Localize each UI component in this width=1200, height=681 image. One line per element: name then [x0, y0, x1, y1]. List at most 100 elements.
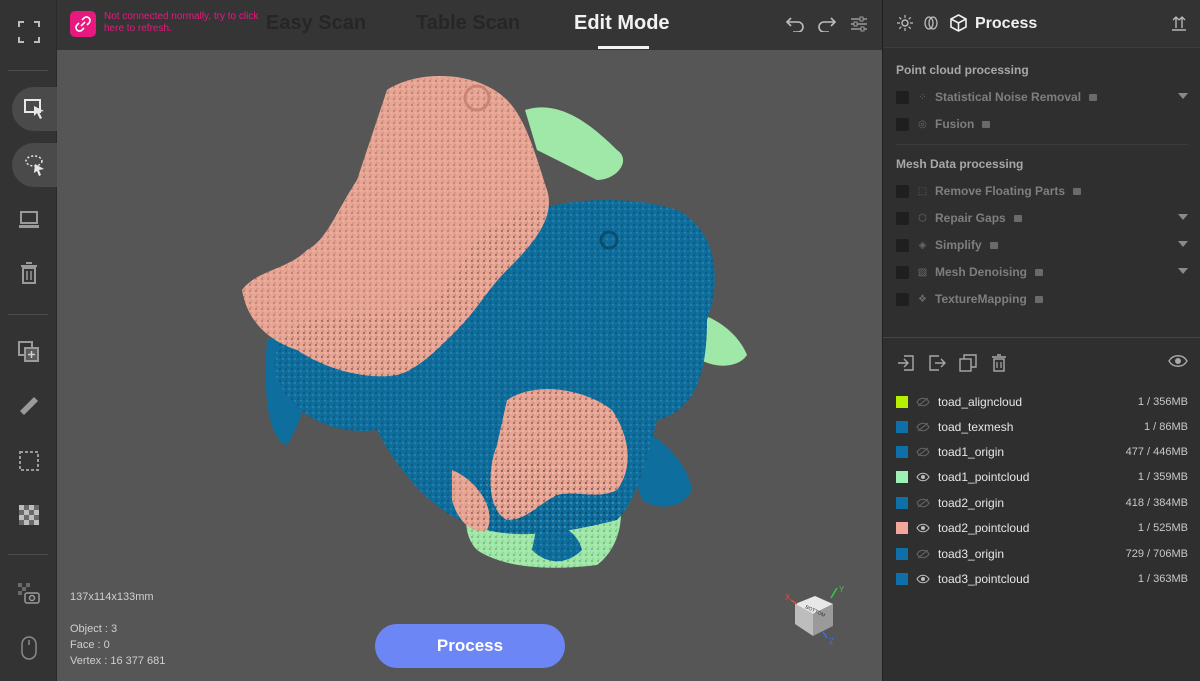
eye-icon[interactable]	[1168, 354, 1188, 372]
checkbox[interactable]	[896, 117, 909, 131]
tab-edit-mode[interactable]: Edit Mode	[574, 12, 670, 35]
redo-icon[interactable]	[817, 14, 837, 34]
chevron-down-icon[interactable]	[1178, 93, 1188, 99]
eye-hidden-icon[interactable]	[916, 498, 930, 508]
proc-texture-mapping[interactable]: ❖ TextureMapping	[896, 290, 1188, 308]
floating-icon: ⬚	[917, 185, 928, 197]
eye-hidden-icon[interactable]	[916, 397, 930, 407]
object-row-toad2-pointcloud[interactable]: toad2_pointcloud 1 / 525MB	[896, 518, 1188, 538]
proc-label: Fusion	[935, 117, 975, 131]
comment-icon[interactable]	[1073, 187, 1082, 195]
3d-viewport[interactable]: 137x114x133mm Object : 3 Face : 0 Vertex…	[57, 50, 882, 681]
proc-label: Mesh Denoising	[935, 265, 1028, 279]
import-icon[interactable]	[897, 354, 915, 372]
fullscreen-icon[interactable]	[11, 14, 47, 50]
ruler-icon[interactable]	[11, 388, 47, 424]
point-cloud-model	[242, 76, 747, 568]
object-row-toad1-origin[interactable]: toad1_origin 477 / 446MB	[896, 442, 1188, 462]
object-size: 1 / 525MB	[1137, 522, 1188, 534]
lasso-select-button[interactable]	[12, 143, 58, 187]
proc-statistical-noise-removal[interactable]: ⁘ Statistical Noise Removal	[896, 88, 1188, 106]
section-divider	[896, 144, 1188, 145]
comment-icon[interactable]	[989, 241, 998, 249]
axis-y-label: Y	[839, 585, 845, 594]
object-name: toad2_origin	[938, 496, 1005, 510]
object-row-toad2-origin[interactable]: toad2_origin 418 / 384MB	[896, 493, 1188, 513]
comment-icon[interactable]	[1034, 295, 1043, 303]
noise-icon: ⁘	[918, 91, 927, 103]
color-swatch	[896, 497, 908, 509]
mouse-icon[interactable]	[11, 630, 47, 666]
left-toolbar	[0, 0, 58, 681]
eye-visible-icon[interactable]	[916, 574, 930, 584]
chevron-down-icon[interactable]	[1178, 241, 1188, 247]
undo-icon[interactable]	[785, 14, 805, 34]
delete-icon[interactable]	[11, 255, 47, 291]
eye-visible-icon[interactable]	[916, 472, 930, 482]
duplicate-icon[interactable]	[959, 354, 977, 372]
vertex-count: Vertex : 16 377 681	[70, 655, 166, 667]
comment-icon[interactable]	[1089, 93, 1098, 101]
checkbox[interactable]	[896, 211, 909, 225]
comment-icon[interactable]	[1013, 214, 1022, 222]
object-row-toad3-origin[interactable]: toad3_origin 729 / 706MB	[896, 544, 1188, 564]
eye-visible-icon[interactable]	[916, 523, 930, 533]
object-row-toad3-pointcloud[interactable]: toad3_pointcloud 1 / 363MB	[896, 569, 1188, 589]
comment-icon[interactable]	[1035, 268, 1044, 276]
texture-camera-icon[interactable]	[11, 576, 47, 612]
object-name: toad3_pointcloud	[938, 572, 1030, 586]
top-bar: Not connected normally, try to click her…	[57, 0, 882, 50]
export-icon[interactable]	[928, 354, 946, 372]
eye-hidden-icon[interactable]	[916, 447, 930, 457]
panel-divider	[883, 337, 1200, 338]
merge-icon[interactable]	[11, 334, 47, 370]
face-count: Face : 0	[70, 639, 110, 651]
object-name: toad_aligncloud	[938, 395, 1023, 409]
broken-link-icon	[70, 11, 96, 37]
proc-fusion[interactable]: ◎ Fusion	[896, 115, 1188, 133]
comment-icon[interactable]	[982, 120, 991, 128]
settings-sliders-icon[interactable]	[849, 14, 869, 34]
repair-icon: ⬡	[918, 212, 927, 224]
connection-warning-text: Not connected normally, try to click her…	[104, 11, 259, 34]
proc-simplify[interactable]: ◈ Simplify	[896, 236, 1188, 254]
checkbox[interactable]	[896, 238, 909, 252]
panel-title: Process	[975, 15, 1038, 32]
chevron-down-icon[interactable]	[1178, 214, 1188, 220]
object-name: toad2_pointcloud	[938, 521, 1030, 535]
active-tab-indicator	[598, 46, 649, 49]
proc-repair-gaps[interactable]: ⬡ Repair Gaps	[896, 209, 1188, 227]
tab-easy-scan[interactable]: Easy Scan	[266, 12, 366, 35]
checkbox[interactable]	[896, 265, 909, 279]
object-size: 1 / 363MB	[1137, 573, 1188, 585]
object-row-toad1-pointcloud[interactable]: toad1_pointcloud 1 / 359MB	[896, 467, 1188, 487]
select-object-button[interactable]	[12, 87, 58, 131]
proc-mesh-denoising[interactable]: ▧ Mesh Denoising	[896, 263, 1188, 281]
checker-icon[interactable]	[11, 497, 47, 533]
connection-warning[interactable]: Not connected normally, try to click her…	[70, 11, 264, 37]
trash-icon[interactable]	[991, 354, 1009, 372]
tab-table-scan[interactable]: Table Scan	[416, 12, 520, 35]
checkbox[interactable]	[896, 184, 909, 198]
simplify-icon: ◈	[918, 239, 927, 251]
chevron-down-icon[interactable]	[1178, 268, 1188, 274]
layers-icon[interactable]	[923, 15, 939, 36]
object-row-toad-aligncloud[interactable]: toad_aligncloud 1 / 356MB	[896, 392, 1188, 412]
object-row-toad-texmesh[interactable]: toad_texmesh 1 / 86MB	[896, 417, 1188, 437]
proc-label: Simplify	[935, 238, 982, 252]
eye-hidden-icon[interactable]	[916, 422, 930, 432]
cube-icon[interactable]	[950, 14, 967, 37]
checkbox[interactable]	[896, 90, 909, 104]
checkbox[interactable]	[896, 292, 909, 306]
collapse-panel-icon[interactable]	[1171, 15, 1187, 36]
object-toolbar	[883, 340, 1200, 384]
proc-label: Statistical Noise Removal	[935, 90, 1082, 104]
proc-remove-floating-parts[interactable]: ⬚ Remove Floating Parts	[896, 182, 1188, 200]
process-button[interactable]: Process	[375, 624, 565, 668]
laptop-icon[interactable]	[11, 202, 47, 238]
eye-hidden-icon[interactable]	[916, 549, 930, 559]
box-select-icon[interactable]	[11, 443, 47, 479]
navigation-cube[interactable]: BOTTOM Y X Z	[785, 584, 851, 649]
toolbar-divider	[8, 554, 48, 555]
sun-icon[interactable]	[897, 15, 913, 36]
